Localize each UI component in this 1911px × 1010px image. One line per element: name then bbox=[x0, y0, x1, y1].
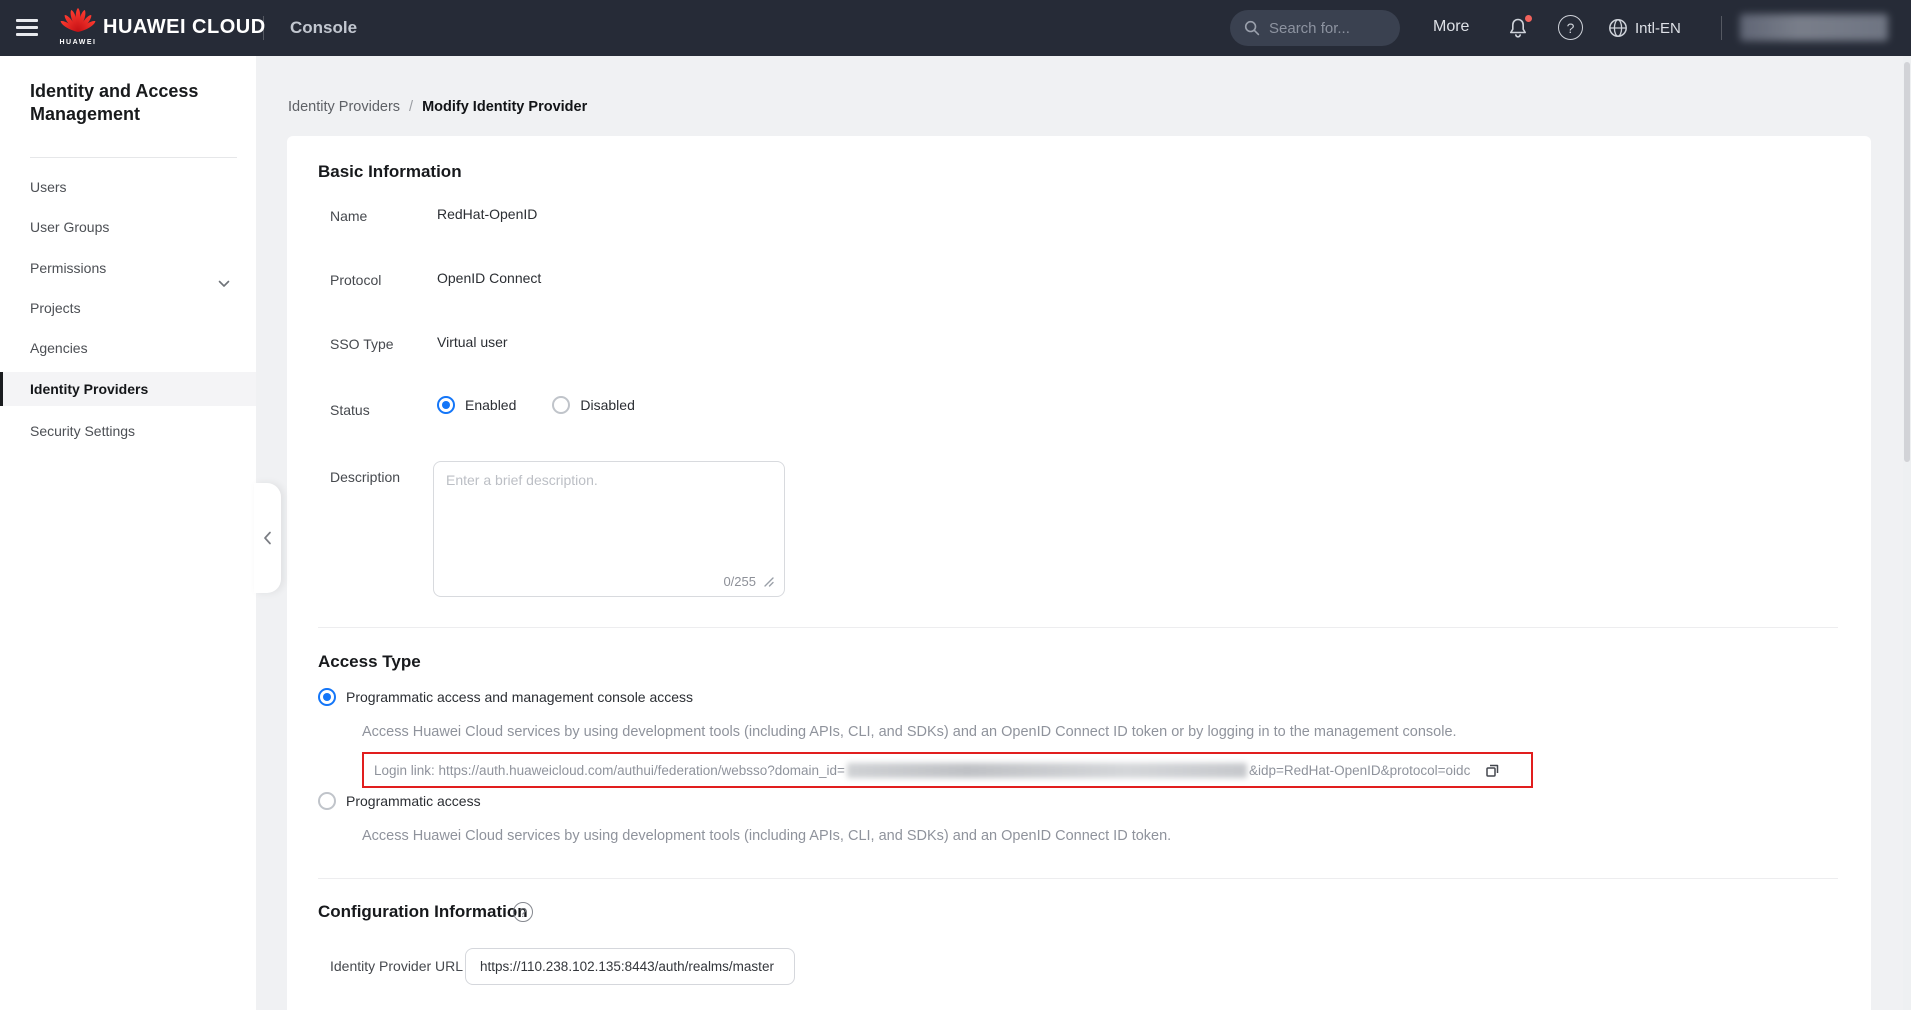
sidebar-collapse-handle[interactable] bbox=[254, 483, 281, 593]
page-scrollbar-track bbox=[1903, 56, 1911, 1010]
status-radio-group: Enabled Disabled bbox=[437, 396, 635, 414]
sidebar-title: Identity and Access Management bbox=[30, 80, 215, 126]
name-value: RedHat-OpenID bbox=[437, 206, 537, 222]
sidebar-item-user-groups[interactable]: User Groups bbox=[0, 208, 256, 246]
sso-type-value: Virtual user bbox=[437, 334, 508, 350]
identity-provider-url-input[interactable]: https://110.238.102.135:8443/auth/realms… bbox=[465, 948, 795, 985]
login-link-highlight: Login link: https://auth.huaweicloud.com… bbox=[362, 752, 1533, 788]
sidebar-item-security-settings[interactable]: Security Settings bbox=[0, 412, 256, 450]
sso-type-label: SSO Type bbox=[330, 336, 394, 352]
access-option-1: Programmatic access and management conso… bbox=[318, 688, 693, 706]
access-option-1-description: Access Huawei Cloud services by using de… bbox=[362, 724, 1457, 740]
description-placeholder: Enter a brief description. bbox=[446, 472, 598, 488]
huawei-logo[interactable]: HUAWEI bbox=[58, 6, 98, 46]
help-icon[interactable]: ? bbox=[1558, 15, 1583, 40]
console-link[interactable]: Console bbox=[290, 18, 357, 38]
hamburger-menu-icon[interactable] bbox=[16, 19, 38, 36]
breadcrumb-separator: / bbox=[409, 99, 413, 115]
chevron-left-icon bbox=[263, 531, 272, 545]
status-disabled-label: Disabled bbox=[580, 397, 634, 413]
access-option-2-radio[interactable] bbox=[318, 792, 336, 810]
access-option-2: Programmatic access bbox=[318, 792, 481, 810]
search-placeholder: Search for... bbox=[1269, 20, 1350, 37]
access-option-1-label: Programmatic access and management conso… bbox=[346, 689, 693, 705]
access-option-2-description: Access Huawei Cloud services by using de… bbox=[362, 828, 1171, 844]
page-scrollbar-thumb[interactable] bbox=[1904, 62, 1910, 462]
notifications-bell-icon[interactable] bbox=[1506, 16, 1530, 45]
copy-icon bbox=[1484, 762, 1501, 779]
top-header-bar: HUAWEI HUAWEI CLOUD Console Search for..… bbox=[0, 0, 1911, 56]
copy-login-link-button[interactable] bbox=[1484, 762, 1501, 779]
char-counter: 0/255 bbox=[723, 574, 756, 589]
breadcrumb: Identity Providers / Modify Identity Pro… bbox=[288, 99, 587, 115]
resize-handle-icon[interactable] bbox=[763, 576, 774, 587]
login-link-suffix: &idp=RedHat-OpenID&protocol=oidc bbox=[1249, 763, 1470, 778]
identity-provider-url-label: Identity Provider URL bbox=[330, 958, 463, 974]
configuration-help-icon[interactable]: ? bbox=[513, 902, 533, 922]
description-label: Description bbox=[330, 469, 400, 485]
section-divider-2 bbox=[318, 878, 1838, 879]
description-textarea[interactable]: Enter a brief description. 0/255 bbox=[433, 461, 785, 597]
status-enabled-radio[interactable] bbox=[437, 396, 455, 414]
page-title: Modify Identity Provider bbox=[422, 99, 587, 115]
brand-title: HUAWEI CLOUD bbox=[103, 16, 266, 39]
access-option-1-radio[interactable] bbox=[318, 688, 336, 706]
status-disabled-radio[interactable] bbox=[552, 396, 570, 414]
sidebar-item-permissions[interactable]: Permissions bbox=[0, 249, 256, 287]
sidebar-divider bbox=[30, 157, 237, 158]
sidebar-item-identity-providers[interactable]: Identity Providers bbox=[0, 372, 256, 406]
huawei-logo-word: HUAWEI bbox=[58, 39, 98, 46]
global-search-input[interactable]: Search for... bbox=[1230, 10, 1400, 46]
notification-dot bbox=[1524, 14, 1533, 23]
sidebar-item-projects[interactable]: Projects bbox=[0, 289, 256, 327]
configuration-information-title: Configuration Information bbox=[318, 902, 528, 922]
account-name-redacted[interactable] bbox=[1740, 14, 1888, 41]
section-divider-1 bbox=[318, 627, 1838, 628]
globe-icon bbox=[1607, 17, 1629, 39]
header-divider bbox=[263, 16, 264, 40]
domain-id-redacted bbox=[847, 763, 1247, 778]
iam-sidebar: Identity and Access Management Users Use… bbox=[0, 56, 256, 1010]
more-menu[interactable]: More bbox=[1433, 18, 1469, 36]
huawei-flower-icon bbox=[59, 6, 97, 34]
sidebar-item-agencies[interactable]: Agencies bbox=[0, 329, 256, 367]
header-divider-2 bbox=[1721, 16, 1722, 40]
huawei-cloud-console: HUAWEI HUAWEI CLOUD Console Search for..… bbox=[0, 0, 1911, 1010]
status-label: Status bbox=[330, 402, 370, 418]
protocol-value: OpenID Connect bbox=[437, 270, 541, 286]
sidebar-item-users[interactable]: Users bbox=[0, 168, 256, 206]
language-selector[interactable]: Intl-EN bbox=[1607, 17, 1681, 39]
name-label: Name bbox=[330, 208, 367, 224]
access-type-title: Access Type bbox=[318, 652, 421, 672]
language-label: Intl-EN bbox=[1635, 20, 1681, 37]
status-enabled-label: Enabled bbox=[465, 397, 516, 413]
basic-information-title: Basic Information bbox=[318, 162, 462, 182]
login-link-prefix: Login link: https://auth.huaweicloud.com… bbox=[374, 763, 845, 778]
identity-provider-url-value: https://110.238.102.135:8443/auth/realms… bbox=[480, 959, 774, 974]
modify-identity-provider-card: Basic Information Name RedHat-OpenID Pro… bbox=[287, 136, 1871, 1010]
access-option-2-label: Programmatic access bbox=[346, 793, 481, 809]
protocol-label: Protocol bbox=[330, 272, 381, 288]
search-icon bbox=[1244, 20, 1260, 36]
breadcrumb-identity-providers[interactable]: Identity Providers bbox=[288, 99, 400, 115]
